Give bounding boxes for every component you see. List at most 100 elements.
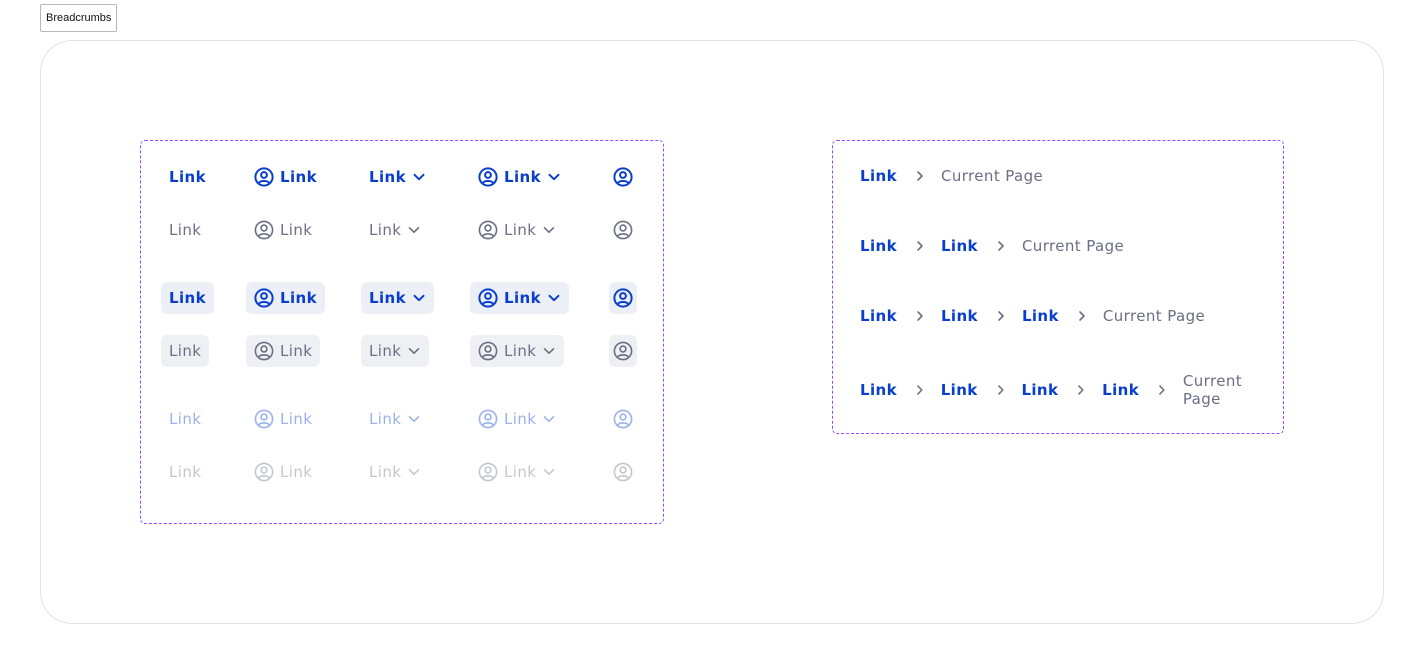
breadcrumb: Link Link Link Current Page [860,304,1205,328]
chevron-right-icon [917,385,923,395]
link-variant-active-icon[interactable] [609,282,637,314]
link-variant-active-text[interactable]: Link [161,282,214,314]
breadcrumb-link[interactable]: Link [1022,307,1059,325]
user-circle-icon [613,341,633,361]
chevron-down-icon [409,227,420,233]
link-variant-default-text[interactable]: Link [161,335,210,367]
link-variant-muted-icon [609,456,637,488]
link-label: Link [504,168,541,186]
chevron-right-icon [997,385,1004,395]
link-label: Link [280,289,317,307]
user-circle-icon [254,220,274,240]
link-label: Link [169,168,206,186]
user-circle-icon [478,167,498,187]
link-variant-default-icon[interactable] [609,214,637,246]
link-variant-active-icon-text-chevron[interactable]: Link [470,282,569,314]
link-variant-disabled-text: Link [161,403,209,435]
user-circle-icon [613,167,633,187]
link-label: Link [169,342,202,360]
breadcrumb-link[interactable]: Link [860,381,897,399]
link-label: Link [504,463,537,481]
chevron-down-icon [409,348,420,354]
link-variant-disabled-icon-text-chevron: Link [470,403,564,435]
breadcrumb: Link Link Current Page [860,234,1124,258]
link-label: Link [169,221,202,239]
chevron-down-icon [544,469,555,475]
chevron-right-icon [917,171,923,181]
link-label: Link [280,342,313,360]
user-circle-icon [478,288,498,308]
user-circle-icon [613,220,633,240]
breadcrumb-link[interactable]: Link [941,307,978,325]
link-variant-muted-icon-text: Link [246,456,320,488]
user-circle-icon [254,341,274,361]
link-label: Link [504,410,537,428]
link-variant-active-icon-text[interactable]: Link [246,161,325,193]
breadcrumb-link[interactable]: Link [860,237,897,255]
chevron-down-icon [544,348,555,354]
breadcrumb: Link Link Link Link Current Page [860,372,1283,408]
link-variant-muted-icon-text-chevron: Link [470,456,564,488]
link-label: Link [369,410,402,428]
chevron-right-icon [1159,385,1165,395]
link-label: Link [369,463,402,481]
link-variant-disabled-icon [609,403,637,435]
link-variant-disabled-text-chevron: Link [361,403,429,435]
user-circle-icon [478,409,498,429]
link-label: Link [169,289,206,307]
breadcrumb-link[interactable]: Link [941,381,978,399]
breadcrumb-current-page: Current Page [940,167,1044,185]
link-variant-default-icon[interactable] [609,335,637,367]
breadcrumb-current-page: Current Page [1102,307,1206,325]
chevron-down-icon [544,416,555,422]
chevron-right-icon [998,311,1004,321]
breadcrumb-link[interactable]: Link [1102,381,1139,399]
breadcrumb-current-page: Current Page [1182,372,1243,408]
link-label: Link [280,168,317,186]
chevron-right-icon [917,311,923,321]
user-circle-icon [478,462,498,482]
breadcrumb-current-page: Current Page [1021,237,1125,255]
breadcrumb-link[interactable]: Link [860,307,897,325]
link-variant-default-text-chevron[interactable]: Link [361,214,429,246]
chevron-right-icon [998,241,1004,251]
link-label: Link [369,221,402,239]
link-variant-default-icon-text[interactable]: Link [246,335,321,367]
link-label: Link [280,410,313,428]
link-label: Link [169,410,202,428]
chevron-down-icon [413,173,425,181]
link-variant-default-text-chevron[interactable]: Link [361,335,430,367]
link-label: Link [504,342,537,360]
link-variant-default-icon-text-chevron[interactable]: Link [470,214,564,246]
link-variant-active-text[interactable]: Link [161,161,214,193]
link-variant-default-icon-text-chevron[interactable]: Link [470,335,565,367]
page-tag: Breadcrumbs [40,4,118,32]
chevron-down-icon [409,416,420,422]
link-variant-active-text-chevron[interactable]: Link [361,282,434,314]
breadcrumb: Link Current Page [860,164,1043,188]
link-variant-active-icon[interactable] [609,161,637,193]
chevron-down-icon [544,227,555,233]
link-variant-default-text[interactable]: Link [161,214,209,246]
link-label: Link [369,168,406,186]
chevron-right-icon [1078,385,1085,395]
link-label: Link [504,221,537,239]
link-variant-active-icon-text-chevron[interactable]: Link [470,161,569,193]
chevron-down-icon [413,294,425,302]
link-variants-frame: Link Link Link Link Link Link Link Link Li… [140,140,664,524]
breadcrumb-link[interactable]: Link [860,167,897,185]
link-label: Link [280,463,313,481]
link-variant-default-icon-text[interactable]: Link [246,214,320,246]
user-circle-icon [254,462,274,482]
link-label: Link [369,342,402,360]
breadcrumb-link[interactable]: Link [1021,381,1058,399]
link-variant-active-text-chevron[interactable]: Link [361,161,434,193]
user-circle-icon [478,220,498,240]
chevron-down-icon [548,173,560,181]
user-circle-icon [254,167,274,187]
user-circle-icon [254,409,274,429]
breadcrumb-link[interactable]: Link [941,237,978,255]
user-circle-icon [613,288,633,308]
link-variant-active-icon-text[interactable]: Link [246,282,325,314]
chevron-right-icon [917,241,923,251]
